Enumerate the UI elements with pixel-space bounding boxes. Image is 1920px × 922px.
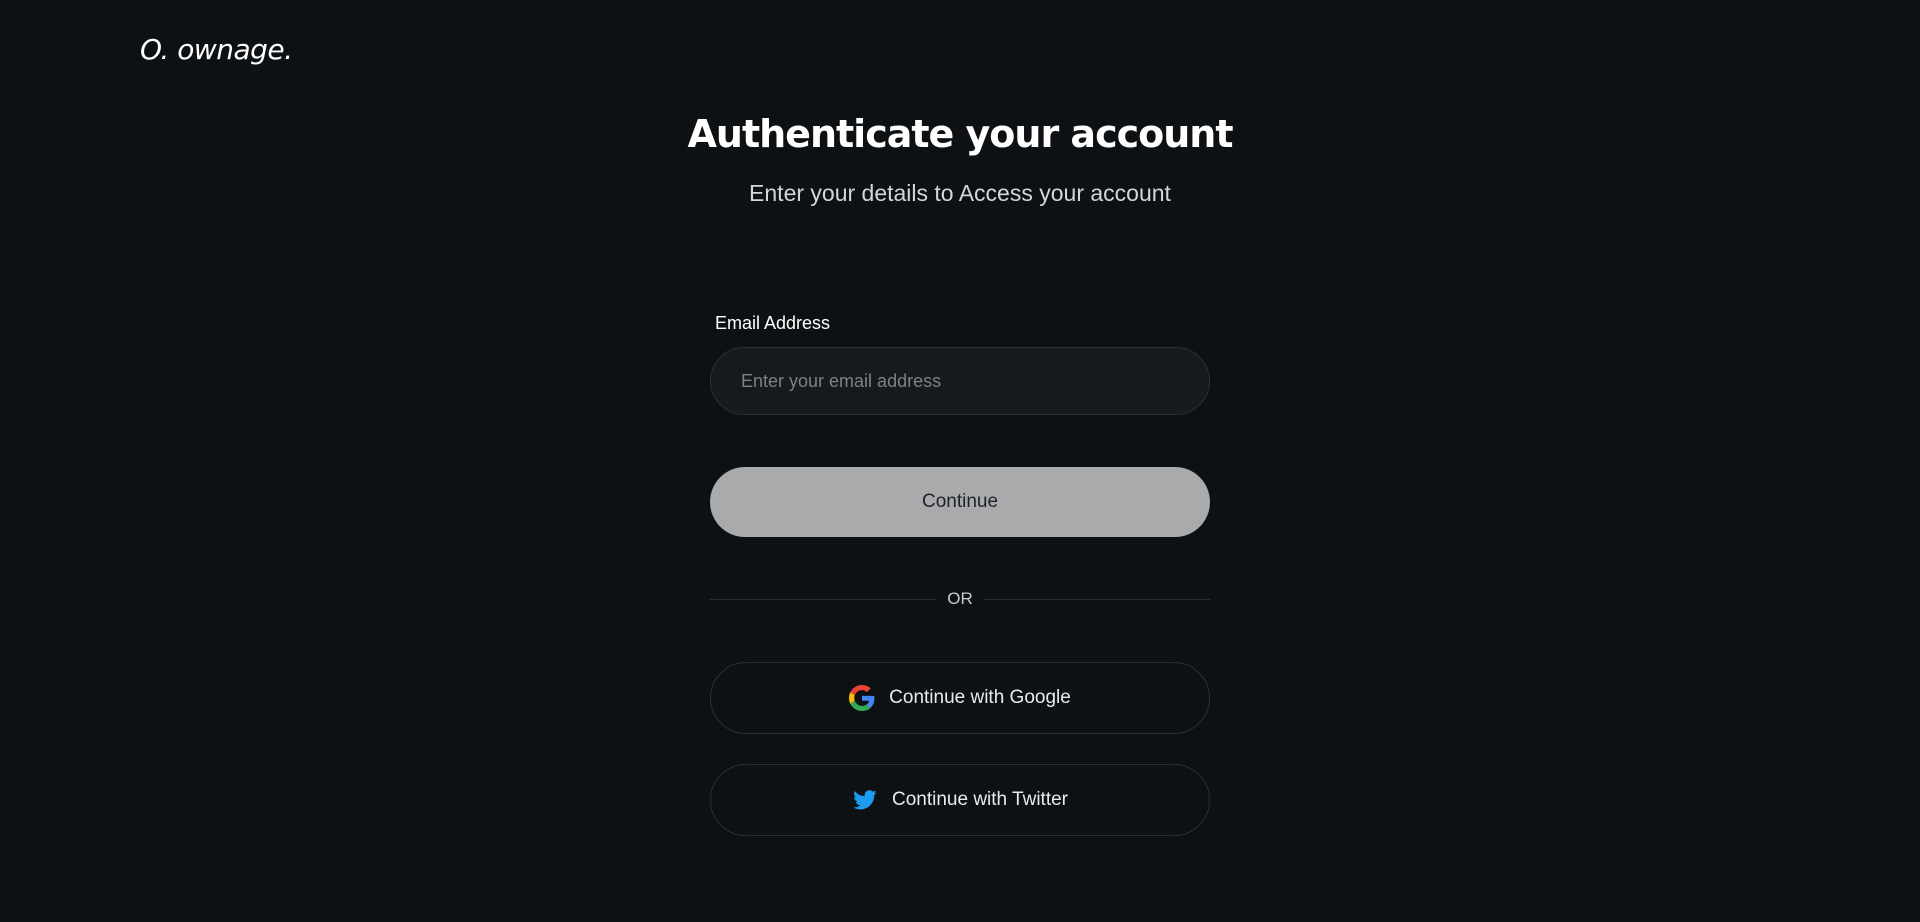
- twitter-button-label: Continue with Twitter: [891, 789, 1068, 810]
- continue-with-twitter-button[interactable]: Continue with Twitter: [710, 764, 1210, 836]
- email-input[interactable]: [710, 347, 1210, 415]
- page-subtitle: Enter your details to Access your accoun…: [749, 180, 1171, 206]
- or-divider: OR: [710, 589, 1210, 609]
- divider-line-right: [984, 599, 1210, 600]
- email-label: Email Address: [715, 313, 831, 333]
- ownage-logo[interactable]: O. ownage.: [140, 32, 293, 68]
- twitter-icon: [852, 787, 878, 813]
- auth-page: O. ownage. Authenticate your account Ent…: [0, 0, 1920, 922]
- google-icon: [849, 685, 875, 711]
- google-button-label: Continue with Google: [889, 687, 1071, 708]
- page-title: Authenticate your account: [687, 112, 1234, 156]
- continue-button[interactable]: Continue: [710, 467, 1210, 537]
- continue-with-google-button[interactable]: Continue with Google: [710, 662, 1210, 734]
